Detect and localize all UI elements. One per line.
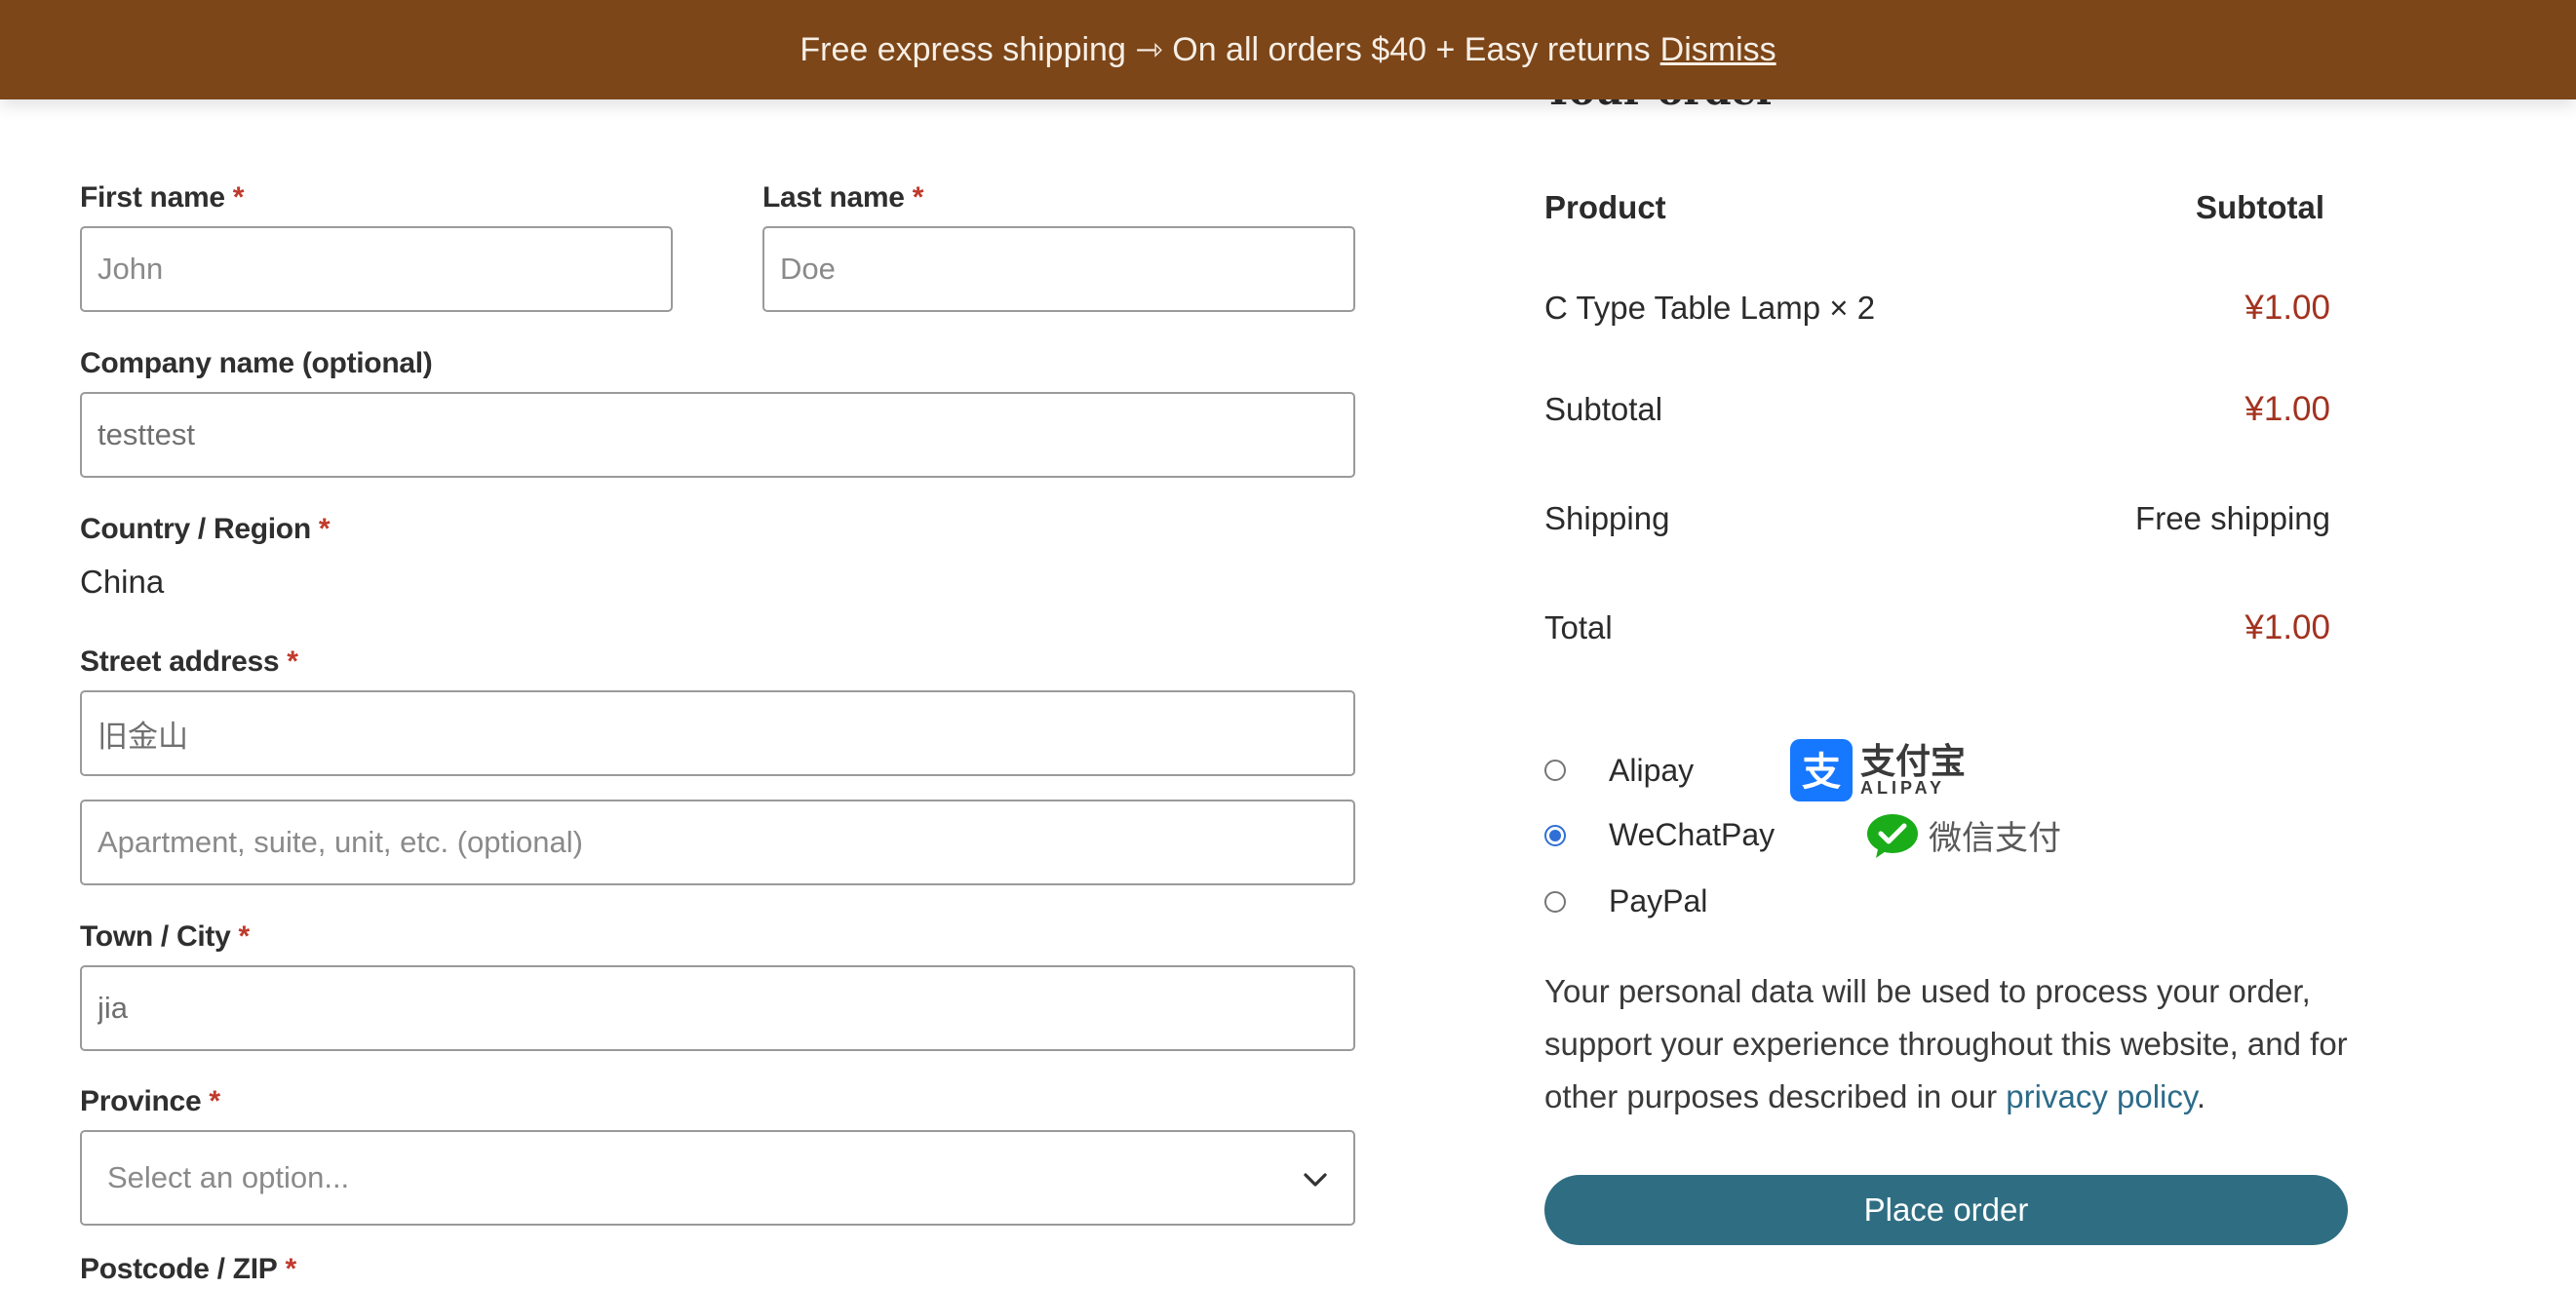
banner-text: Free express shipping ⇾ On all orders $4… <box>800 31 1651 68</box>
alipay-label: Alipay <box>1609 752 1695 788</box>
payment-option-alipay[interactable]: Alipay 支 支付宝 ALIPAY <box>1544 739 1966 801</box>
alipay-logo: 支 支付宝 ALIPAY <box>1790 739 1966 801</box>
city-input[interactable] <box>80 965 1355 1051</box>
street-address-input[interactable] <box>80 690 1355 776</box>
chevron-down-icon <box>1304 1173 1327 1187</box>
wechatpay-label: WeChatPay <box>1609 817 1776 852</box>
col-subtotal: Subtotal <box>2196 189 2324 225</box>
total-row: Total ¥1.00 <box>1544 608 2330 647</box>
subtotal-label: Subtotal <box>1544 391 1663 427</box>
alipay-radio[interactable] <box>1544 760 1566 781</box>
dismiss-link[interactable]: Dismiss <box>1660 31 1776 69</box>
paypal-label: PayPal <box>1609 883 1708 918</box>
promo-banner: Free express shipping ⇾ On all orders $4… <box>0 0 2576 99</box>
alipay-icon: 支 <box>1790 739 1853 801</box>
province-label: Province * <box>80 1085 220 1117</box>
wechatpay-logo: 微信支付 <box>1866 811 2061 859</box>
col-product: Product <box>1544 189 1666 225</box>
first-name-label: First name * <box>80 181 245 214</box>
last-name-input[interactable] <box>762 226 1355 312</box>
province-select[interactable]: Select an option... <box>80 1130 1355 1226</box>
first-name-input[interactable] <box>80 226 673 312</box>
street-address-label: Street address * <box>80 645 298 678</box>
country-label: Country / Region * <box>80 513 331 545</box>
payment-option-paypal[interactable]: PayPal <box>1544 883 1707 919</box>
apartment-input[interactable] <box>80 800 1355 885</box>
order-item-row: C Type Table Lamp × 2 ¥1.00 <box>1544 289 2330 328</box>
place-order-button[interactable]: Place order <box>1544 1175 2348 1245</box>
province-placeholder: Select an option... <box>107 1160 350 1194</box>
item-name: C Type Table Lamp × 2 <box>1544 290 1876 326</box>
order-table-header: Product Subtotal <box>1544 189 2330 226</box>
shipping-value: Free shipping <box>2135 500 2330 536</box>
city-label: Town / City * <box>80 920 250 953</box>
privacy-notice: Your personal data will be used to proce… <box>1544 973 2348 1114</box>
subtotal-row: Subtotal ¥1.00 <box>1544 390 2330 429</box>
postcode-label: Postcode / ZIP * <box>80 1253 296 1285</box>
total-label: Total <box>1544 609 1613 645</box>
shipping-label: Shipping <box>1544 500 1670 536</box>
company-input[interactable] <box>80 392 1355 478</box>
subtotal-value: ¥1.00 <box>2244 390 2330 428</box>
wechatpay-radio[interactable] <box>1544 824 1566 846</box>
privacy-policy-link[interactable]: privacy policy <box>2006 1078 2197 1114</box>
payment-option-wechatpay[interactable]: WeChatPay 微信支付 <box>1544 811 2061 859</box>
wechat-icon <box>1867 813 1918 858</box>
last-name-label: Last name * <box>762 181 924 214</box>
paypal-radio[interactable] <box>1544 890 1566 913</box>
shipping-row: Shipping Free shipping <box>1544 500 2330 537</box>
total-value: ¥1.00 <box>2244 608 2330 646</box>
country-value: China <box>80 564 165 600</box>
item-price: ¥1.00 <box>2244 289 2330 327</box>
svg-text:支: 支 <box>1802 750 1841 795</box>
company-label: Company name (optional) <box>80 347 433 379</box>
